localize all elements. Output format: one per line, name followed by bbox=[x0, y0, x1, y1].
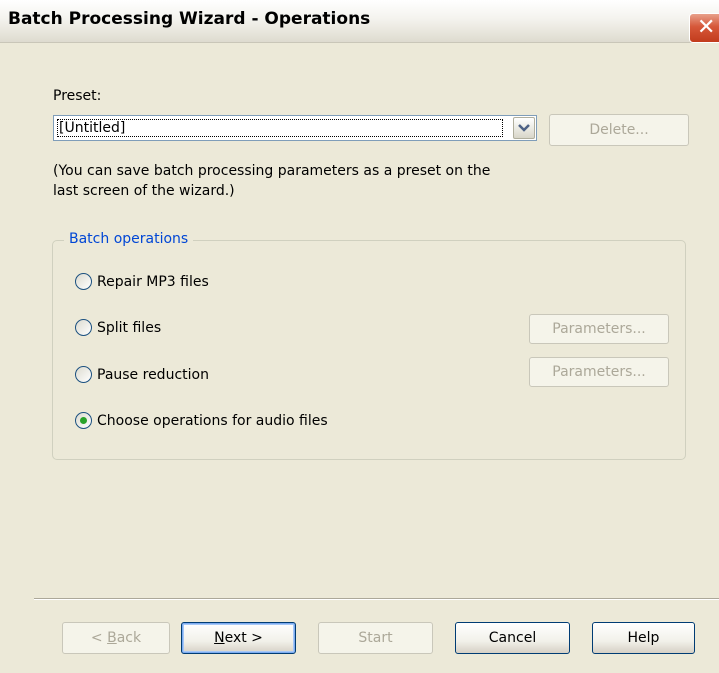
radio-split-files[interactable]: Split files bbox=[75, 318, 375, 338]
radio-label: Pause reduction bbox=[97, 367, 209, 383]
start-button[interactable]: Start bbox=[318, 622, 433, 654]
preset-hint-line-1: (You can save batch processing parameter… bbox=[53, 163, 491, 179]
chevron-down-icon bbox=[518, 124, 530, 132]
window-title: Batch Processing Wizard - Operations bbox=[8, 9, 371, 29]
back-button[interactable]: < Back bbox=[62, 622, 170, 654]
radio-button[interactable] bbox=[75, 412, 92, 429]
split-files-parameters-button[interactable]: Parameters... bbox=[529, 314, 669, 344]
radio-selected-dot bbox=[80, 417, 87, 424]
radio-button[interactable] bbox=[75, 319, 92, 336]
preset-dropdown-arrow-button[interactable] bbox=[513, 117, 535, 139]
close-button[interactable]: ✕ bbox=[689, 13, 719, 43]
next-button[interactable]: Next > bbox=[181, 622, 296, 654]
footer-separator bbox=[34, 598, 719, 600]
preset-dropdown-value: [Untitled] bbox=[59, 120, 126, 136]
help-button[interactable]: Help bbox=[592, 622, 695, 654]
preset-dropdown[interactable]: [Untitled] bbox=[53, 115, 537, 141]
preset-hint-line-2: last screen of the wizard.) bbox=[53, 183, 235, 199]
radio-label: Repair MP3 files bbox=[97, 274, 209, 290]
delete-preset-button[interactable]: Delete... bbox=[549, 114, 689, 146]
preset-label: Preset: bbox=[53, 88, 102, 104]
radio-repair-mp3-files[interactable]: Repair MP3 files bbox=[75, 272, 375, 292]
radio-button[interactable] bbox=[75, 366, 92, 383]
radio-label: Split files bbox=[97, 320, 162, 336]
batch-operations-title: Batch operations bbox=[64, 231, 194, 247]
close-icon: ✕ bbox=[697, 15, 716, 40]
cancel-button[interactable]: Cancel bbox=[455, 622, 570, 654]
preset-dropdown-value-box: [Untitled] bbox=[57, 119, 503, 137]
radio-pause-reduction[interactable]: Pause reduction bbox=[75, 365, 375, 385]
batch-processing-wizard-dialog: Batch Processing Wizard - Operations ✕ P… bbox=[0, 0, 719, 673]
title-bar[interactable]: Batch Processing Wizard - Operations ✕ bbox=[0, 0, 719, 43]
radio-choose-operations[interactable]: Choose operations for audio files bbox=[75, 411, 395, 431]
pause-reduction-parameters-button[interactable]: Parameters... bbox=[529, 357, 669, 387]
radio-label: Choose operations for audio files bbox=[97, 413, 328, 429]
radio-button[interactable] bbox=[75, 273, 92, 290]
